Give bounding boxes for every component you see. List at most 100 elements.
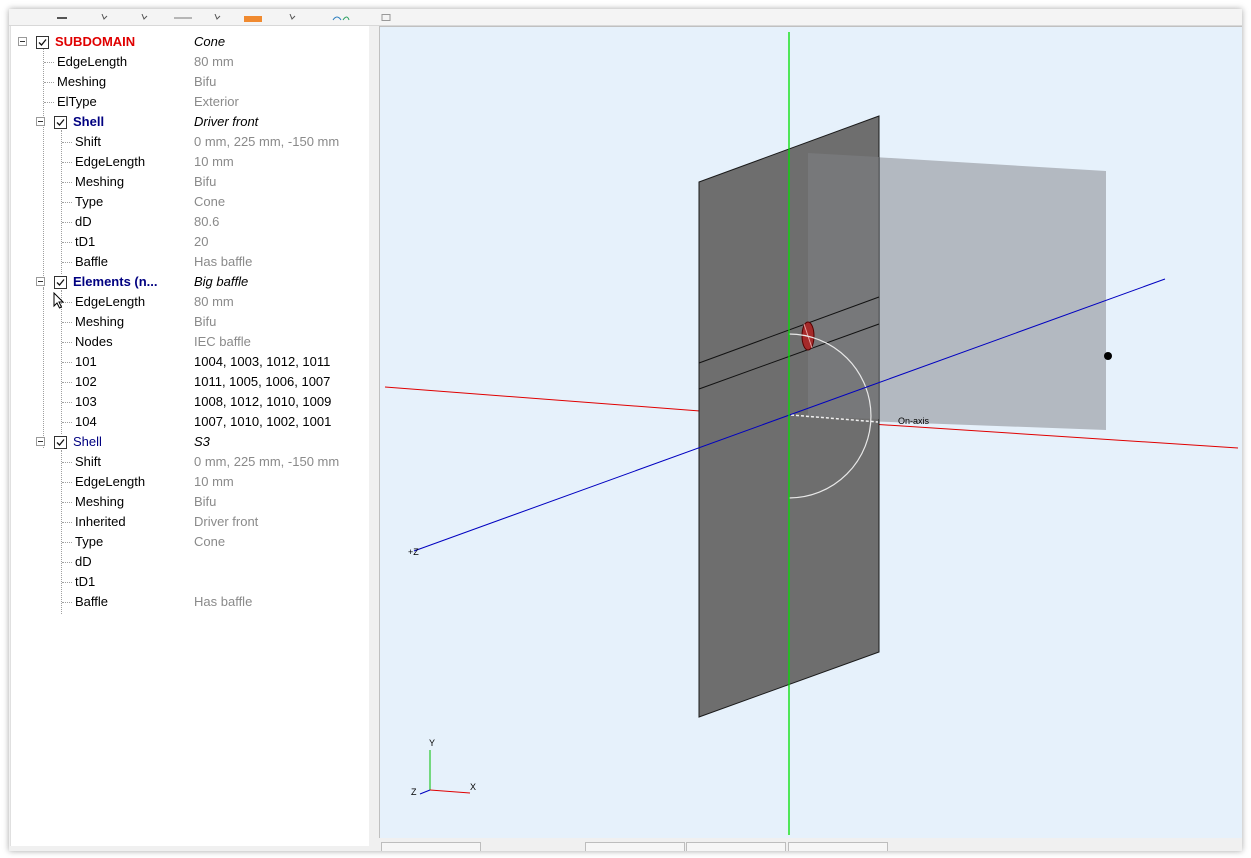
tree-branch bbox=[62, 182, 72, 183]
subdomain-checkbox[interactable] bbox=[36, 36, 49, 49]
tree-prop-row[interactable]: 103 1008, 1012, 1010, 1009 bbox=[11, 392, 367, 412]
tree-prop-row[interactable]: EdgeLength 10 mm bbox=[11, 152, 367, 172]
viewport-canvas[interactable]: On-axis +Z Y X Z bbox=[380, 27, 1242, 838]
prop-value: Driver front bbox=[194, 514, 259, 529]
tree-branch bbox=[62, 542, 72, 543]
prop-label: Shift bbox=[75, 134, 102, 149]
prop-value: Exterior bbox=[194, 94, 239, 109]
prop-value: Bifu bbox=[194, 74, 217, 89]
app-window: SUBDOMAIN Cone EdgeLength 80 mm Meshing … bbox=[9, 9, 1242, 851]
collapse-icon[interactable] bbox=[36, 277, 45, 286]
tree-branch bbox=[62, 262, 72, 263]
prop-label: 101 bbox=[75, 354, 97, 369]
tree-branch bbox=[62, 382, 72, 383]
prop-value: 10 mm bbox=[194, 154, 234, 169]
bottom-tab[interactable] bbox=[585, 842, 685, 851]
tree-prop-row[interactable]: Shift 0 mm, 225 mm, -150 mm bbox=[11, 132, 367, 152]
shell-label: Shell bbox=[73, 434, 102, 449]
tree-prop-row[interactable]: Meshing Bifu bbox=[11, 172, 367, 192]
prop-value: 1011, 1005, 1006, 1007 bbox=[194, 374, 331, 389]
toolbar-cs-icon[interactable] bbox=[331, 9, 351, 21]
tree-prop-row[interactable]: dD 80.6 bbox=[11, 212, 367, 232]
prop-label: 102 bbox=[75, 374, 97, 389]
tree-prop-row[interactable]: tD1 bbox=[11, 572, 367, 592]
shell-checkbox[interactable] bbox=[54, 116, 67, 129]
tree-prop-row[interactable]: Inherited Driver front bbox=[11, 512, 367, 532]
prop-value: 0 mm, 225 mm, -150 mm bbox=[194, 134, 340, 149]
bottom-tab[interactable] bbox=[381, 842, 481, 851]
tree-prop-row[interactable]: ElType Exterior bbox=[11, 92, 367, 112]
tree-prop-row[interactable]: 104 1007, 1010, 1002, 1001 bbox=[11, 412, 367, 432]
tree-prop-row[interactable]: 101 1004, 1003, 1012, 1011 bbox=[11, 352, 367, 372]
toolbar-line-icon[interactable] bbox=[56, 9, 68, 19]
tree-prop-row[interactable]: Nodes IEC baffle bbox=[11, 332, 367, 352]
tree-branch bbox=[62, 422, 72, 423]
tree-prop-row[interactable]: Baffle Has baffle bbox=[11, 252, 367, 272]
tree-prop-row[interactable]: 102 1011, 1005, 1006, 1007 bbox=[11, 372, 367, 392]
mouse-cursor-icon bbox=[53, 291, 65, 315]
tree-prop-row[interactable]: Type Cone bbox=[11, 192, 367, 212]
tree-prop-row[interactable]: dD bbox=[11, 552, 367, 572]
tree-node-subdomain[interactable]: SUBDOMAIN Cone bbox=[11, 32, 367, 52]
bottom-tab-strip bbox=[379, 838, 1242, 851]
prop-label: 103 bbox=[75, 394, 97, 409]
prop-label: Meshing bbox=[75, 494, 125, 509]
tree-branch bbox=[62, 602, 72, 603]
tree-prop-row[interactable]: tD1 20 bbox=[11, 232, 367, 252]
collapse-icon[interactable] bbox=[36, 437, 45, 446]
tree-prop-row[interactable]: Meshing Bifu bbox=[11, 492, 367, 512]
tree-branch bbox=[62, 222, 72, 223]
tree-branch bbox=[62, 242, 72, 243]
prop-label: Meshing bbox=[75, 174, 125, 189]
toolbar-tool-icon[interactable] bbox=[99, 9, 111, 20]
tree-prop-row[interactable]: EdgeLength 80 mm bbox=[11, 52, 367, 72]
tree-prop-row[interactable]: Shift 0 mm, 225 mm, -150 mm bbox=[11, 452, 367, 472]
toolbar-tool-icon[interactable] bbox=[287, 9, 299, 20]
tree-branch bbox=[44, 82, 54, 83]
prop-label: EdgeLength bbox=[75, 474, 146, 489]
triad-x-label: X bbox=[470, 782, 476, 792]
prop-label: Type bbox=[75, 534, 104, 549]
subdomain-value: Cone bbox=[194, 34, 226, 49]
tree-branch bbox=[62, 342, 72, 343]
prop-label: Meshing bbox=[75, 314, 125, 329]
tree-node-shell-driver-front[interactable]: Shell Driver front bbox=[11, 112, 367, 132]
tree-prop-row[interactable]: Type Cone bbox=[11, 532, 367, 552]
tree-prop-row[interactable]: Baffle Has baffle bbox=[11, 592, 367, 612]
bottom-tab[interactable] bbox=[788, 842, 888, 851]
prop-value: Bifu bbox=[194, 174, 217, 189]
elements-label: Elements (n... bbox=[73, 274, 158, 289]
shell-checkbox[interactable] bbox=[54, 436, 67, 449]
collapse-icon[interactable] bbox=[36, 117, 45, 126]
field-point-marker[interactable] bbox=[1104, 352, 1112, 360]
tree-branch bbox=[62, 522, 72, 523]
prop-value: Bifu bbox=[194, 494, 217, 509]
panel-splitter[interactable] bbox=[369, 26, 379, 851]
bottom-tab[interactable] bbox=[686, 842, 786, 851]
shell-value: Driver front bbox=[194, 114, 259, 129]
shell-label: Shell bbox=[73, 114, 105, 129]
collapse-icon[interactable] bbox=[18, 37, 27, 46]
prop-label: Shift bbox=[75, 454, 102, 469]
tree-node-elements[interactable]: Elements (n... Big baffle bbox=[11, 272, 367, 292]
toolbar-color-icon[interactable] bbox=[242, 9, 264, 22]
tree-prop-row[interactable]: EdgeLength 10 mm bbox=[11, 472, 367, 492]
toolbar-checkbox-icon[interactable] bbox=[381, 9, 393, 21]
prop-value: 10 mm bbox=[194, 474, 234, 489]
prop-value: 1004, 1003, 1012, 1011 bbox=[194, 354, 331, 369]
shell-value: S3 bbox=[194, 434, 210, 449]
tree-branch bbox=[62, 322, 72, 323]
toolbar-tool-icon[interactable] bbox=[139, 9, 151, 20]
3d-viewport[interactable]: On-axis +Z Y X Z bbox=[379, 26, 1242, 839]
toolbar-axes-icon[interactable] bbox=[172, 9, 194, 19]
elements-checkbox[interactable] bbox=[54, 276, 67, 289]
prop-label: EdgeLength bbox=[57, 54, 128, 69]
prop-label: tD1 bbox=[75, 574, 96, 589]
triad-y-label: Y bbox=[429, 738, 435, 748]
prop-value: 80 mm bbox=[194, 54, 234, 69]
tree-node-shell-s3[interactable]: Shell S3 bbox=[11, 432, 367, 452]
tree-prop-row[interactable]: Meshing Bifu bbox=[11, 312, 367, 332]
tree-branch bbox=[62, 402, 72, 403]
tree-prop-row[interactable]: Meshing Bifu bbox=[11, 72, 367, 92]
toolbar-tool-icon[interactable] bbox=[212, 9, 224, 20]
